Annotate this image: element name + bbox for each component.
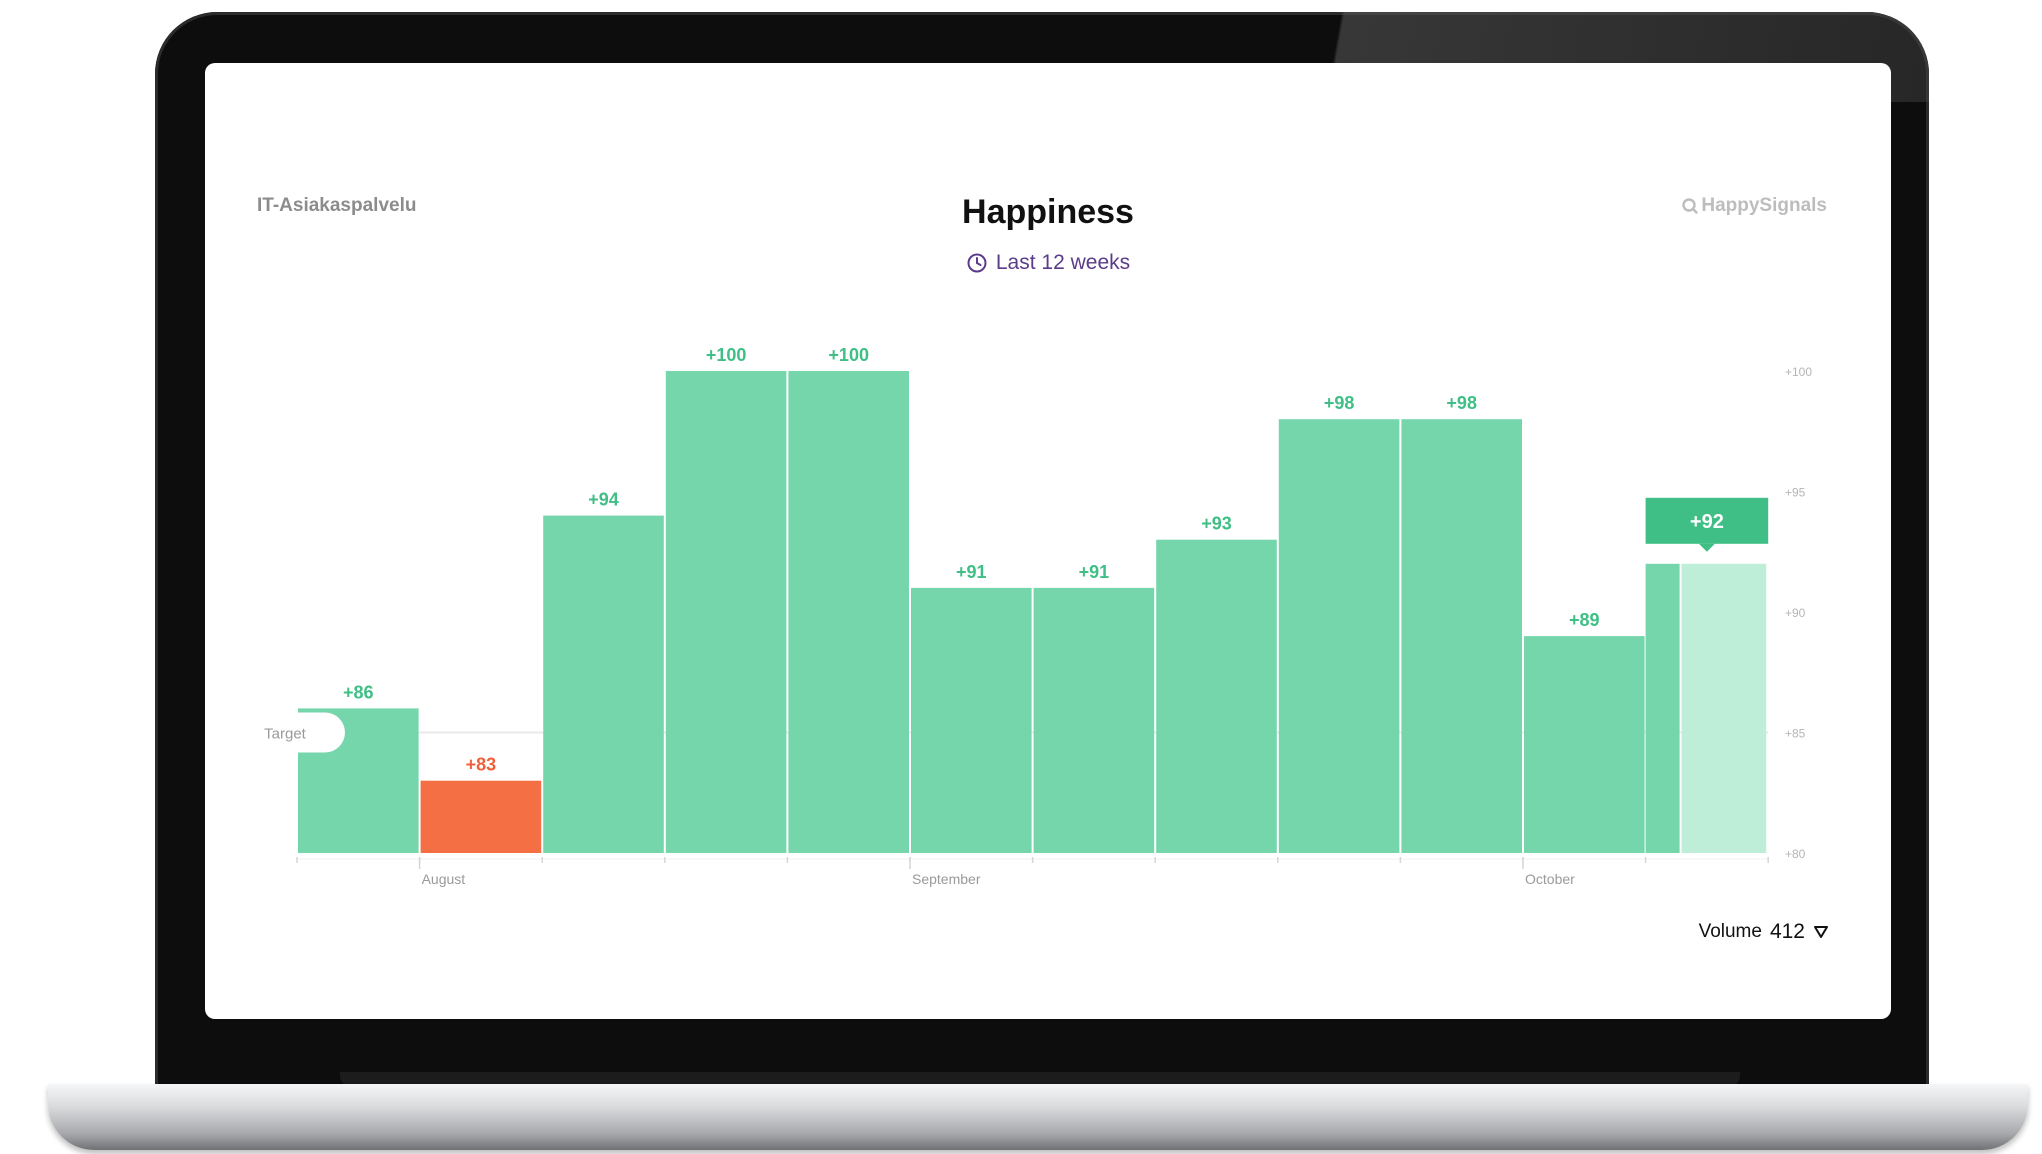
- bar: [911, 587, 1032, 853]
- bar-value-label: +100: [706, 345, 747, 365]
- y-tick-label: +95: [1785, 486, 1806, 500]
- bar-value-label: +98: [1446, 393, 1477, 413]
- x-month-label: October: [1525, 871, 1575, 887]
- bar-value-label: +83: [466, 755, 497, 775]
- callout-pointer: [1698, 543, 1715, 552]
- bar: [1401, 419, 1522, 853]
- laptop-base: [48, 1084, 2028, 1150]
- volume-label: Volume: [1698, 921, 1762, 942]
- x-month-label: September: [912, 871, 981, 887]
- bar: [1524, 636, 1645, 853]
- bar-value-label: +91: [956, 562, 987, 582]
- bar-current-week-elapsed: [1645, 563, 1680, 853]
- bar-value-label: +93: [1201, 514, 1232, 534]
- y-tick-label: +85: [1785, 727, 1806, 741]
- target-label: Target: [264, 726, 307, 743]
- bar: [420, 780, 542, 853]
- bar: [665, 371, 787, 853]
- x-month-label: August: [422, 871, 466, 887]
- bar: [1278, 419, 1400, 853]
- bar-value-label: +92: [1690, 511, 1724, 533]
- bar-value-label: +94: [588, 490, 619, 510]
- volume-value: 412: [1769, 920, 1805, 943]
- bar: [1033, 587, 1155, 853]
- bar-value-label: +86: [343, 682, 374, 702]
- bar-value-label: +91: [1079, 562, 1110, 582]
- y-tick-label: +90: [1785, 606, 1806, 620]
- bar: [1156, 539, 1277, 853]
- bar: [543, 515, 664, 853]
- bar-current-week-remaining: [1681, 563, 1767, 853]
- y-tick-label: +100: [1785, 365, 1812, 379]
- volume-selector[interactable]: Volume 412: [1699, 920, 1829, 944]
- bar-value-label: +89: [1569, 610, 1600, 630]
- bar-value-label: +100: [828, 345, 869, 365]
- bar-value-label: +98: [1324, 393, 1355, 413]
- y-tick-label: +80: [1785, 847, 1806, 861]
- dashboard-screen: IT-Asiakaspalvelu HappySignals Happiness…: [205, 63, 1891, 1019]
- bar: [788, 371, 909, 853]
- happiness-chart: +86 +83 +94 +100 +100 +91 +91 +93 +98 +98 +89 +92 Ta…: [257, 345, 1812, 887]
- triangle-down-icon: [1814, 926, 1828, 938]
- laptop-frame: IT-Asiakaspalvelu HappySignals Happiness…: [0, 0, 2042, 1154]
